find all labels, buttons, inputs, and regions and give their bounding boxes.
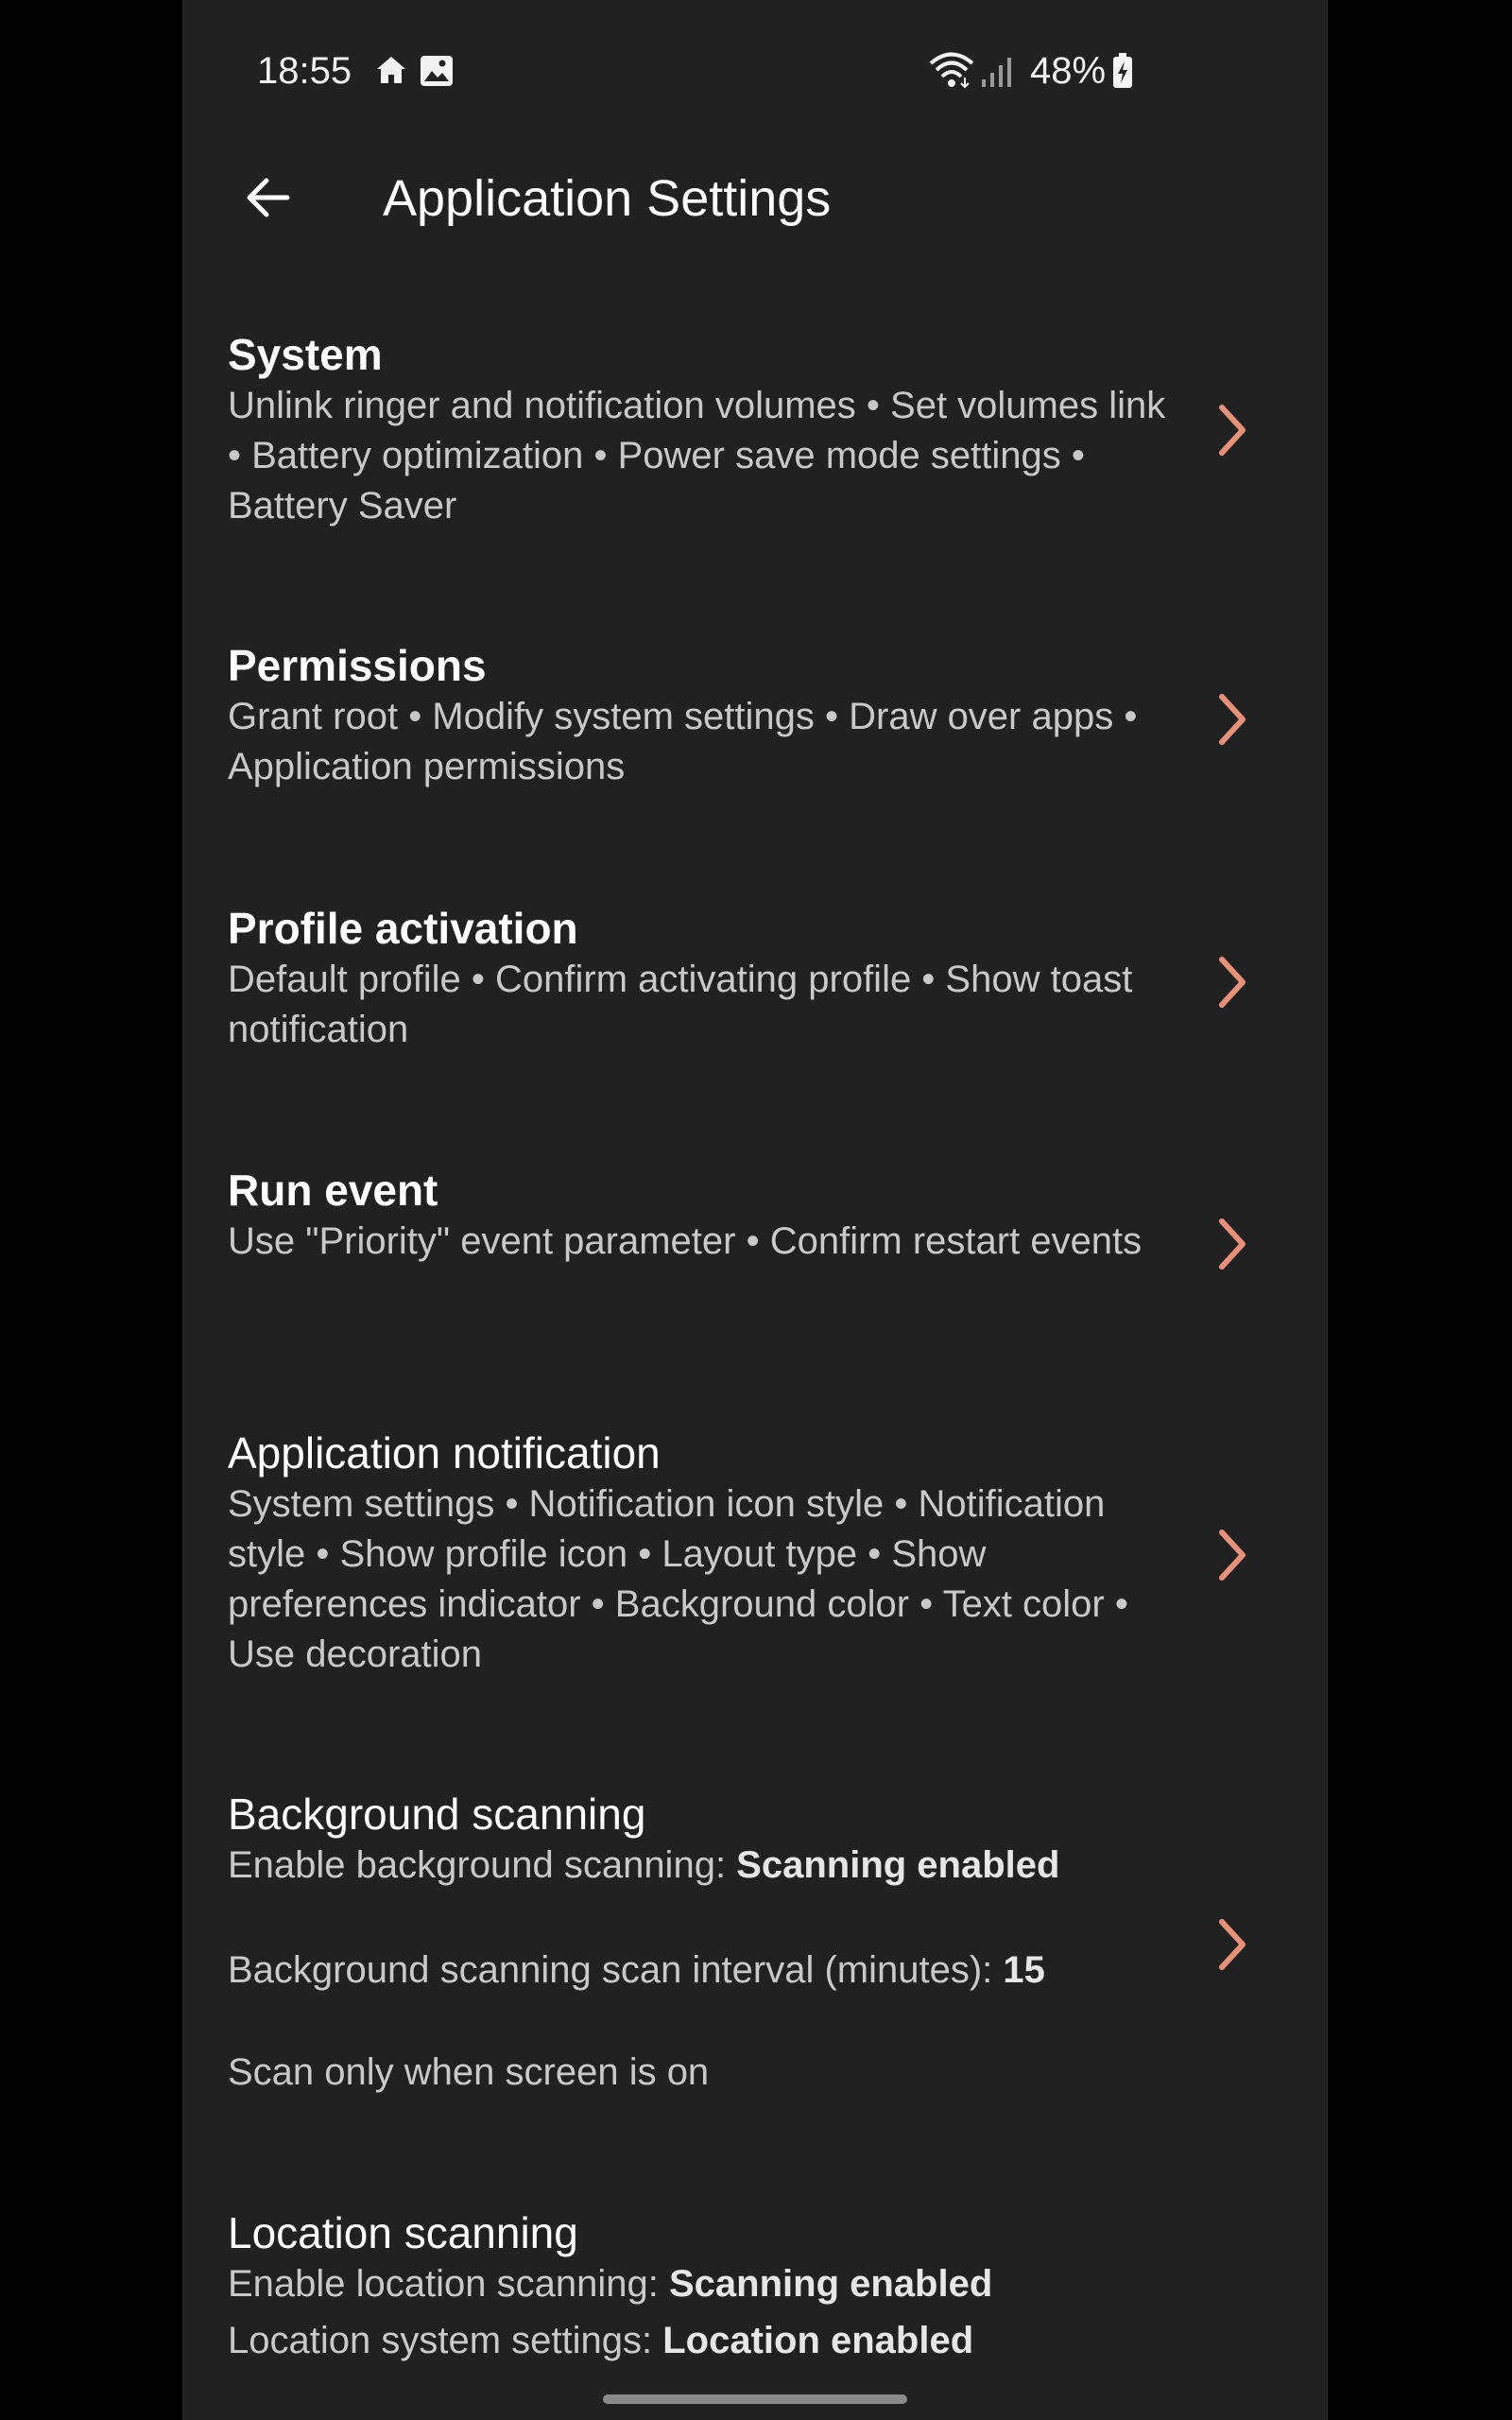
battery-percent: 48%: [1030, 50, 1107, 92]
image-icon: [420, 55, 454, 92]
line-value: 15: [1003, 1949, 1045, 1991]
pref-summary: System settings • Notification icon styl…: [228, 1483, 1128, 1675]
pref-line: Location system settings: Location enabl…: [228, 2316, 1277, 2366]
pref-summary: Use "Priority" event parameter • Confirm…: [228, 1220, 1143, 1262]
line-label: Location system settings:: [228, 2320, 663, 2361]
pref-line: Enable location scanning: Scanning enabl…: [228, 2259, 1277, 2309]
chevron-right-icon[interactable]: [1203, 1211, 1260, 1277]
phone-screen: 18:55 48% Application Settings System Un…: [182, 0, 1328, 2420]
wifi-icon: [929, 51, 974, 94]
pref-application-notification[interactable]: Application notification System settings…: [228, 1426, 1277, 1680]
line-value: Scanning enabled: [736, 1844, 1060, 1886]
line-value: Location enabled: [662, 2320, 974, 2361]
pref-title: Run event: [228, 1166, 438, 1215]
chevron-right-icon[interactable]: [1203, 1911, 1260, 1978]
line-value: Scanning enabled: [669, 2263, 993, 2305]
pref-summary: Default profile • Confirm activating pro…: [228, 959, 1133, 1050]
chevron-right-icon[interactable]: [1203, 686, 1260, 752]
pref-title: Location scanning: [228, 2208, 578, 2257]
chevron-right-icon[interactable]: [1203, 397, 1260, 463]
pref-title: Application notification: [228, 1428, 661, 1478]
chevron-right-icon[interactable]: [1203, 949, 1260, 1015]
line-label: Scan only when screen is on: [228, 2051, 710, 2093]
pref-title: System: [228, 330, 383, 379]
battery-charging-icon: [1112, 53, 1133, 94]
back-button[interactable]: [230, 166, 305, 233]
line-label: Enable location scanning:: [228, 2263, 669, 2305]
pref-line: Scan only when screen is on: [228, 2048, 1277, 2098]
pref-title: Background scanning: [228, 1789, 646, 1839]
chevron-right-icon[interactable]: [1203, 1522, 1260, 1588]
pref-background-scanning[interactable]: Background scanning Enable background sc…: [228, 1788, 1277, 2098]
pref-title: Permissions: [228, 641, 487, 690]
pref-line: Background scanning scan interval (minut…: [228, 1945, 1277, 1996]
page-title: Application Settings: [383, 170, 832, 227]
pref-run-event[interactable]: Run event Use "Priority" event parameter…: [228, 1164, 1277, 1267]
arrow-back-icon: [244, 177, 291, 223]
home-gesture-bar[interactable]: [603, 2394, 907, 2404]
pref-system[interactable]: System Unlink ringer and notification vo…: [228, 328, 1277, 531]
pref-summary: Grant root • Modify system settings • Dr…: [228, 696, 1138, 787]
pref-summary: Unlink ringer and notification volumes •…: [228, 385, 1166, 527]
pref-profile-activation[interactable]: Profile activation Default profile • Con…: [228, 902, 1277, 1055]
signal-icon: [980, 55, 1014, 94]
line-label: Background scanning scan interval (minut…: [228, 1949, 1004, 1991]
line-label: Enable background scanning:: [228, 1844, 737, 1886]
pref-location-scanning[interactable]: Location scanning Enable location scanni…: [228, 2206, 1277, 2366]
pref-permissions[interactable]: Permissions Grant root • Modify system s…: [228, 639, 1277, 792]
home-icon: [375, 55, 407, 90]
pref-title: Profile activation: [228, 904, 578, 953]
status-time: 18:55: [257, 50, 352, 92]
pref-line: Enable background scanning: Scanning ena…: [228, 1841, 1277, 1891]
